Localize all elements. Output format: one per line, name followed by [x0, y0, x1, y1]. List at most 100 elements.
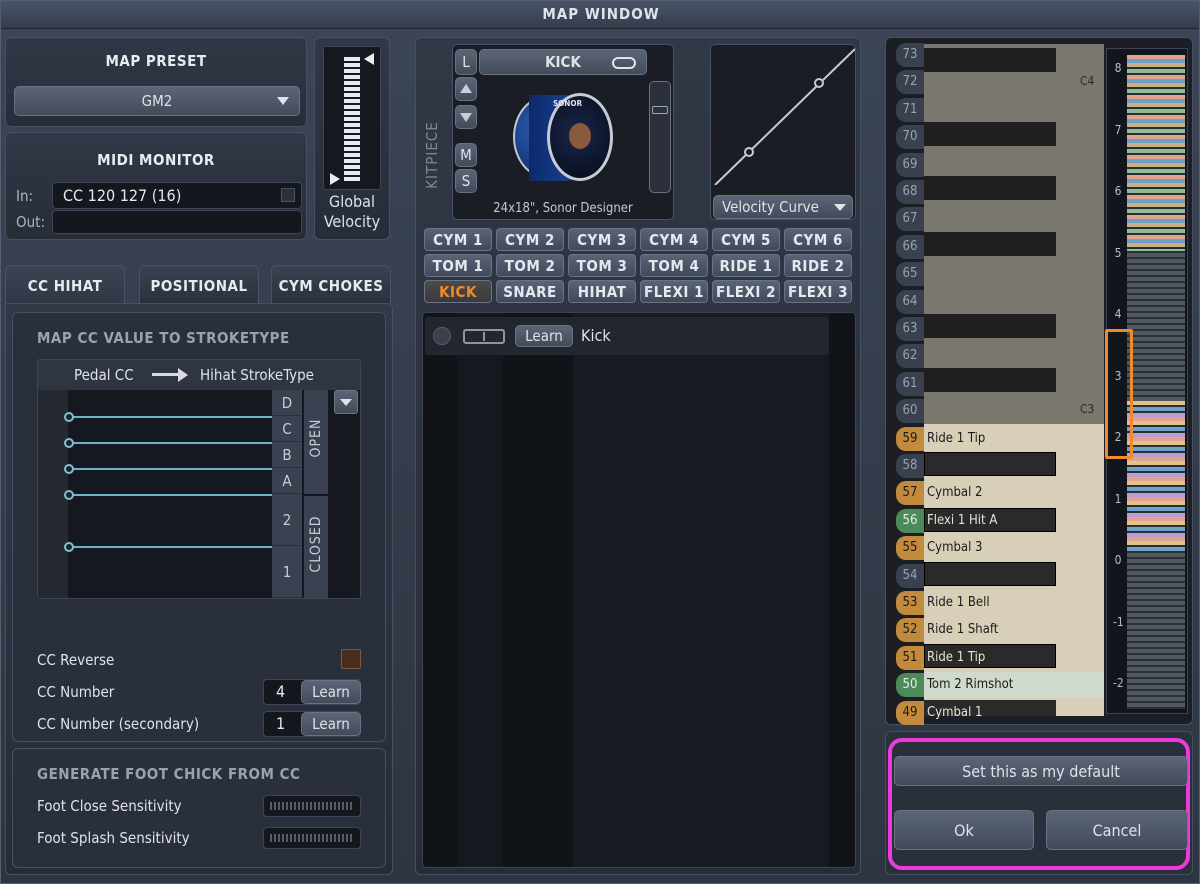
note-number-66[interactable]: 66 — [896, 235, 924, 259]
kit-ride-1[interactable]: RIDE 1 — [712, 254, 780, 277]
note-number-58[interactable]: 58 — [896, 454, 924, 478]
closed-group: CLOSED — [304, 496, 328, 598]
midi-activity-indicator — [281, 188, 295, 202]
kit-tom-3[interactable]: TOM 3 — [568, 254, 636, 277]
map-window: MAP WINDOW MAP PRESET GM2 MIDI MONITOR I… — [0, 0, 1200, 884]
note-number-71[interactable]: 71 — [896, 98, 924, 122]
black-key-58 — [924, 452, 1056, 476]
mute-button[interactable]: M — [455, 143, 477, 167]
note-number-62[interactable]: 62 — [896, 344, 924, 368]
velocity-curve-label: Velocity Curve — [722, 198, 819, 216]
mapping-learn-button[interactable]: Learn — [515, 325, 573, 347]
kit-kick[interactable]: KICK — [424, 280, 492, 303]
mapping-toggle-center-icon — [483, 332, 485, 341]
octave-label--1: -1 — [1113, 615, 1124, 629]
note-number-67[interactable]: 67 — [896, 207, 924, 231]
note-number-57[interactable]: 57 — [896, 481, 924, 505]
mapping-active-indicator[interactable] — [433, 327, 451, 345]
note-number-63[interactable]: 63 — [896, 317, 924, 341]
stroke-a: A — [272, 468, 302, 494]
midi-out-field — [52, 210, 302, 234]
note-number-54[interactable]: 54 — [896, 564, 924, 588]
tab-positional[interactable]: POSITIONAL — [139, 265, 259, 303]
prev-kitpiece-button[interactable] — [455, 77, 477, 101]
cc-handle-d[interactable] — [64, 412, 74, 422]
black-key — [924, 122, 1056, 146]
global-velocity-label-2: Velocity — [323, 212, 381, 231]
foot-splash-slider[interactable] — [263, 827, 361, 849]
note-number-72[interactable]: 72 — [896, 70, 924, 94]
cc-reverse-checkbox[interactable] — [341, 649, 361, 669]
note-number-70[interactable]: 70 — [896, 125, 924, 149]
cc-number-learn-button[interactable]: Learn — [301, 680, 361, 704]
note-number-53[interactable]: 53 — [896, 591, 924, 615]
note-number-60[interactable]: 60 — [896, 399, 924, 423]
kit-cym-2[interactable]: CYM 2 — [496, 228, 564, 251]
cc-handle-2[interactable] — [64, 542, 74, 552]
stroke-dropdown[interactable] — [334, 390, 358, 414]
mapping-col-b — [573, 313, 829, 867]
note-number-59[interactable]: 59 — [896, 427, 924, 451]
solo-button[interactable]: S — [455, 169, 477, 193]
kit-snare[interactable]: SNARE — [496, 280, 564, 303]
kit-tom-1[interactable]: TOM 1 — [424, 254, 492, 277]
solo-l-button[interactable]: L — [455, 49, 477, 75]
mapping-row-kick[interactable]: Learn Kick — [425, 317, 829, 355]
kit-flexi-2[interactable]: FLEXI 2 — [712, 280, 780, 303]
note-number-68[interactable]: 68 — [896, 180, 924, 204]
note-name-56: Flexi 1 Hit A — [927, 513, 998, 528]
velocity-curve-handle-high[interactable] — [814, 78, 824, 88]
stroke-c: C — [272, 416, 302, 442]
kitpiece-scroll[interactable] — [649, 81, 671, 193]
cc-handle-c[interactable] — [64, 438, 74, 448]
hihat-stroketype-label: Hihat StrokeType — [200, 366, 314, 384]
kit-flexi-1[interactable]: FLEXI 1 — [640, 280, 708, 303]
ok-button[interactable]: Ok — [894, 810, 1034, 850]
black-key — [924, 368, 1056, 392]
octave-label-2: 2 — [1114, 430, 1122, 444]
kit-cym-1[interactable]: CYM 1 — [424, 228, 492, 251]
kit-cym-5[interactable]: CYM 5 — [712, 228, 780, 251]
kit-ride-2[interactable]: RIDE 2 — [784, 254, 852, 277]
note-number-49[interactable]: 49 — [896, 701, 924, 725]
arrow-up-icon — [460, 84, 472, 93]
note-number-51[interactable]: 51 — [896, 646, 924, 670]
midi-out-label: Out: — [16, 213, 46, 231]
kit-hihat[interactable]: HIHAT — [568, 280, 636, 303]
kit-tom-2[interactable]: TOM 2 — [496, 254, 564, 277]
kit-cym-4[interactable]: CYM 4 — [640, 228, 708, 251]
cc-handle-a[interactable] — [64, 490, 74, 500]
note-number-56[interactable]: 56 — [896, 509, 924, 533]
cc-handle-b[interactable] — [64, 464, 74, 474]
note-number-55[interactable]: 55 — [896, 536, 924, 560]
map-preset-dropdown[interactable]: GM2 — [14, 86, 300, 116]
note-number-61[interactable]: 61 — [896, 372, 924, 396]
cc-number-secondary-learn-button[interactable]: Learn — [301, 712, 361, 736]
cc-line-2 — [70, 546, 272, 548]
kitpiece-viewer: KICK L M S SONOR 24x18", Sonor Designer — [452, 44, 674, 220]
next-kitpiece-button[interactable] — [455, 105, 477, 129]
velocity-curve-dropdown[interactable]: Velocity Curve — [713, 195, 853, 219]
foot-close-slider[interactable] — [263, 795, 361, 817]
tab-cym-chokes[interactable]: CYM CHOKES — [271, 265, 391, 303]
kit-flexi-3[interactable]: FLEXI 3 — [784, 280, 852, 303]
note-number-52[interactable]: 52 — [896, 618, 924, 642]
set-default-button[interactable]: Set this as my default — [894, 756, 1188, 786]
kit-cym-3[interactable]: CYM 3 — [568, 228, 636, 251]
note-number-69[interactable]: 69 — [896, 153, 924, 177]
tab-cc-hihat[interactable]: CC HIHAT — [5, 265, 125, 303]
note-number-73[interactable]: 73 — [896, 43, 924, 67]
global-velocity-slider[interactable] — [323, 46, 381, 190]
kit-cym-6[interactable]: CYM 6 — [784, 228, 852, 251]
note-number-64[interactable]: 64 — [896, 290, 924, 314]
cancel-button[interactable]: Cancel — [1046, 810, 1188, 850]
velocity-curve-graph[interactable] — [711, 45, 855, 185]
note-number-50[interactable]: 50 — [896, 673, 924, 697]
link-toggle-button[interactable]: KICK — [479, 49, 647, 75]
velocity-curve-handle-low[interactable] — [744, 147, 754, 157]
note-number-65[interactable]: 65 — [896, 262, 924, 286]
velocity-curve-panel: Velocity Curve — [710, 44, 856, 220]
velocity-curve-line — [714, 48, 855, 185]
kit-tom-4[interactable]: TOM 4 — [640, 254, 708, 277]
foot-chick-section: GENERATE FOOT CHICK FROM CC Foot Close S… — [12, 748, 386, 868]
